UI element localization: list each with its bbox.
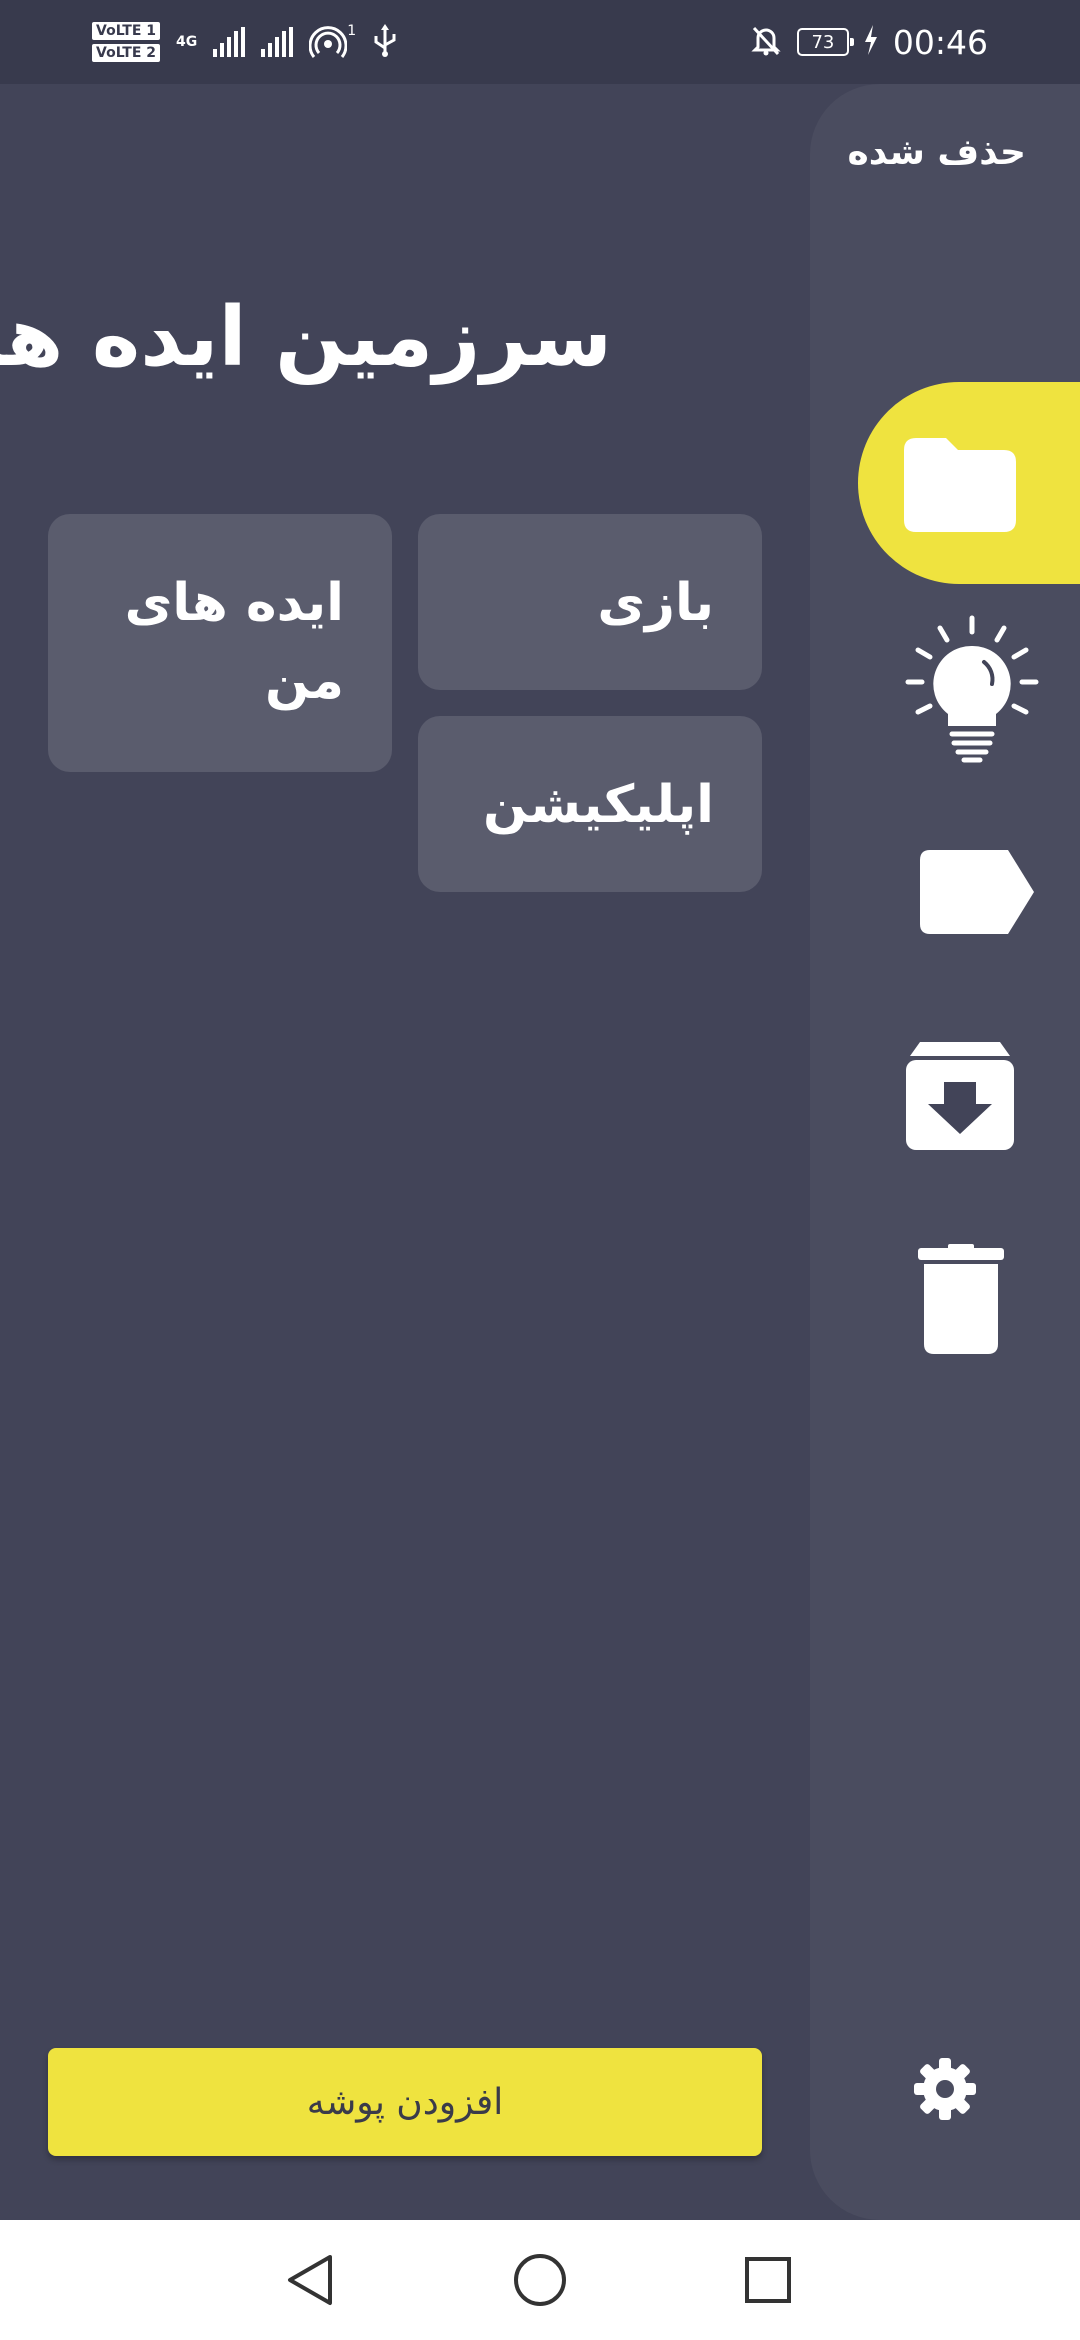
network-type: 4G bbox=[176, 34, 198, 50]
clock: 00:46 bbox=[892, 22, 988, 62]
page-title: سرزمین ایده ها bbox=[0, 290, 612, 385]
hotspot-count: 1 bbox=[347, 23, 357, 39]
volte-icon: VoLTE 1 VoLTE 2 bbox=[92, 22, 161, 62]
status-bar: VoLTE 1 VoLTE 2 4G 1 73 00:46 bbox=[0, 0, 1080, 84]
home-icon[interactable] bbox=[480, 2220, 600, 2340]
lightbulb-icon[interactable] bbox=[904, 614, 1040, 764]
system-nav-bar bbox=[0, 2220, 1080, 2340]
usb-icon bbox=[372, 22, 398, 62]
charging-icon bbox=[863, 25, 879, 59]
label-icon[interactable] bbox=[920, 850, 1036, 934]
add-folder-label: افزودن پوشه bbox=[306, 2081, 504, 2123]
rail-title-deleted[interactable]: حذف شده bbox=[847, 132, 1026, 173]
signal-icon bbox=[213, 27, 246, 57]
gear-icon[interactable] bbox=[914, 2058, 976, 2120]
trash-icon[interactable] bbox=[918, 1244, 1004, 1354]
folder-card-my-ideas[interactable]: ایده های من bbox=[48, 514, 392, 772]
battery-level: 73 bbox=[811, 31, 835, 53]
sim1-label: VoLTE 1 bbox=[92, 22, 161, 40]
add-folder-button[interactable]: افزودن پوشه bbox=[48, 2048, 762, 2156]
folder-icon[interactable] bbox=[898, 428, 1022, 538]
status-right: 73 00:46 bbox=[749, 12, 988, 72]
sim2-label: VoLTE 2 bbox=[92, 44, 161, 62]
back-icon[interactable] bbox=[250, 2220, 370, 2340]
signal-icon bbox=[261, 27, 294, 57]
recents-icon[interactable] bbox=[708, 2220, 828, 2340]
status-left: VoLTE 1 VoLTE 2 4G 1 bbox=[92, 12, 398, 72]
mute-icon bbox=[749, 23, 783, 61]
archive-icon[interactable] bbox=[906, 1042, 1014, 1150]
folder-card-label: ایده های من bbox=[124, 573, 344, 711]
folder-card-label: بازی bbox=[597, 573, 714, 633]
folder-card-application[interactable]: اپلیکیشن bbox=[418, 716, 762, 892]
battery-icon: 73 bbox=[796, 28, 854, 56]
folder-card-label: اپلیکیشن bbox=[483, 775, 714, 835]
app-screen: VoLTE 1 VoLTE 2 4G 1 73 00:46 حذف شده سر… bbox=[0, 0, 1080, 2340]
folder-card-game[interactable]: بازی bbox=[418, 514, 762, 690]
hotspot-icon: 1 bbox=[309, 23, 356, 61]
